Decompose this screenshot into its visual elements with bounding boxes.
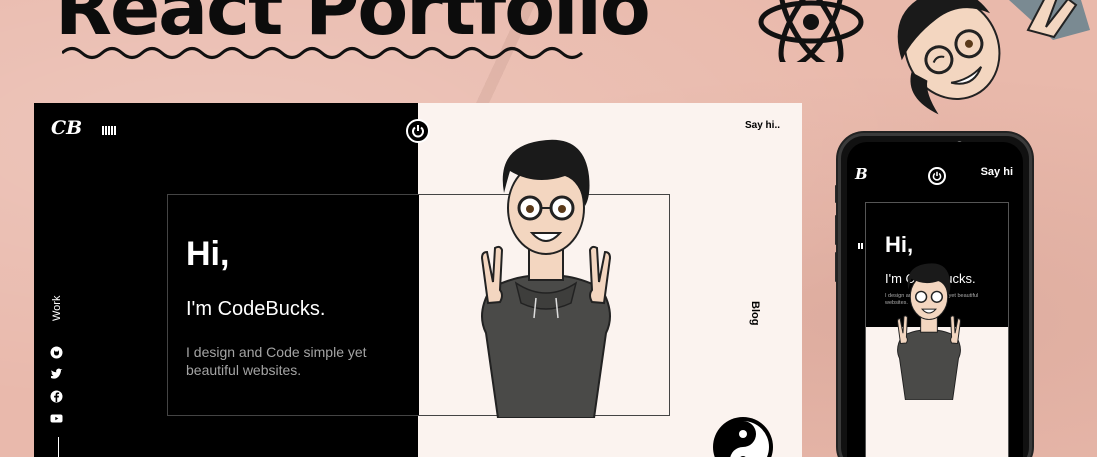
mobile-sound-toggle-icon[interactable] xyxy=(858,243,864,249)
intro-greeting: Hi, xyxy=(186,235,230,273)
site-logo[interactable]: CB xyxy=(51,117,82,139)
blog-link[interactable]: Blog xyxy=(749,301,761,325)
react-logo-icon xyxy=(758,0,864,62)
mobile-power-button[interactable] xyxy=(928,167,946,185)
sound-toggle-icon[interactable] xyxy=(102,126,116,135)
yin-yang-icon[interactable] xyxy=(711,415,775,457)
youtube-icon[interactable] xyxy=(50,412,63,425)
power-button[interactable] xyxy=(406,119,430,143)
social-links xyxy=(50,346,63,425)
phone-screen: B Say hi Hi, I'm CodeBucks. I design and… xyxy=(847,142,1023,457)
social-divider-line xyxy=(58,437,59,457)
say-hi-link[interactable]: Say hi.. xyxy=(745,120,780,131)
github-icon[interactable] xyxy=(50,346,63,359)
twitter-icon[interactable] xyxy=(50,368,63,381)
cartoon-guy-peace-icon xyxy=(897,0,1090,115)
mobile-preview: B Say hi Hi, I'm CodeBucks. I design and… xyxy=(838,133,1032,457)
mobile-intro-greeting: Hi, xyxy=(885,232,914,257)
cartoon-avatar-illustration xyxy=(480,139,612,418)
power-icon xyxy=(932,171,942,181)
squiggle-underline xyxy=(62,47,584,59)
facebook-icon[interactable] xyxy=(50,390,63,403)
desktop-preview: CB Say hi.. Blog Work Hi, I'm CodeBucks.… xyxy=(34,103,802,457)
power-icon xyxy=(412,125,424,138)
intro-description: I design and Code simple yet beautiful w… xyxy=(186,344,367,378)
work-link[interactable]: Work xyxy=(51,296,63,321)
intro-name: I'm CodeBucks. xyxy=(186,298,326,320)
mobile-site-logo[interactable]: B xyxy=(855,165,868,183)
mobile-say-hi-link[interactable]: Say hi xyxy=(981,166,1013,178)
mobile-cartoon-avatar-illustration xyxy=(897,263,961,400)
